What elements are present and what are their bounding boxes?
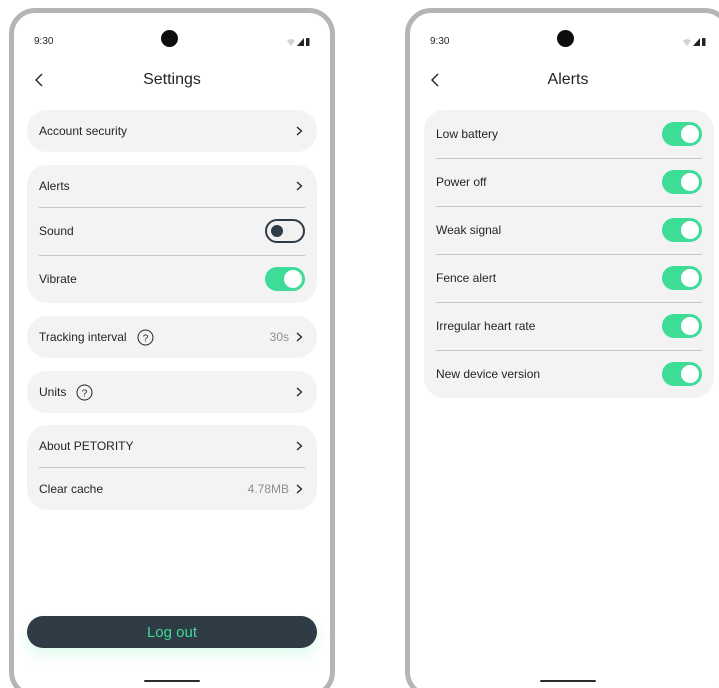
alerts-label: Alerts bbox=[39, 179, 70, 193]
tracking-interval-value: 30s bbox=[269, 330, 289, 344]
toggle-knob bbox=[681, 317, 699, 335]
toggle-knob bbox=[681, 125, 699, 143]
alert-row-irregular-heart-rate: Irregular heart rate bbox=[424, 302, 714, 350]
notifications-card: Alerts Sound Vibrate bbox=[27, 165, 317, 303]
alert-label: Weak signal bbox=[436, 223, 502, 237]
alert-label: Low battery bbox=[436, 127, 499, 141]
page-title: Alerts bbox=[547, 71, 589, 88]
status-icons bbox=[287, 38, 310, 46]
svg-text:?: ? bbox=[142, 333, 148, 344]
power-off-toggle[interactable] bbox=[662, 170, 702, 194]
units-card: Units ? bbox=[27, 371, 317, 413]
alert-row-low-battery: Low battery bbox=[424, 110, 714, 158]
battery-icon bbox=[702, 38, 706, 46]
svg-text:?: ? bbox=[82, 388, 88, 399]
front-camera bbox=[557, 30, 574, 47]
account-security-row[interactable]: Account security bbox=[27, 110, 317, 152]
sound-row: Sound bbox=[27, 207, 317, 255]
about-card: About PETORITY Clear cache 4.78MB bbox=[27, 425, 317, 510]
status-time: 9:30 bbox=[34, 36, 54, 47]
chevron-right-icon bbox=[296, 441, 303, 451]
alerts-screen: 9:30 Alerts Low battery Power off Weak s… bbox=[405, 8, 719, 688]
toggle-knob bbox=[271, 225, 283, 237]
home-indicator[interactable] bbox=[540, 680, 596, 682]
alert-label: New device version bbox=[436, 367, 541, 381]
clear-cache-row[interactable]: Clear cache 4.78MB bbox=[27, 467, 317, 510]
alert-row-weak-signal: Weak signal bbox=[424, 206, 714, 254]
weak-signal-toggle[interactable] bbox=[662, 218, 702, 242]
alerts-card: Low battery Power off Weak signal Fence … bbox=[424, 110, 714, 398]
signal-icon bbox=[297, 38, 304, 46]
chevron-right-icon bbox=[296, 484, 303, 493]
home-indicator[interactable] bbox=[144, 680, 200, 682]
toggle-knob bbox=[681, 173, 699, 191]
alert-label: Power off bbox=[436, 175, 487, 189]
chevron-right-icon bbox=[296, 181, 303, 191]
toggle-knob bbox=[284, 270, 302, 288]
chevron-right-icon bbox=[296, 387, 303, 397]
alert-label: Fence alert bbox=[436, 271, 497, 285]
help-circle-icon[interactable]: ? bbox=[137, 329, 154, 346]
alert-row-power-off: Power off bbox=[424, 158, 714, 206]
vibrate-row: Vibrate bbox=[27, 255, 317, 303]
settings-screen: 9:30 Settings Account security Alerts So… bbox=[9, 8, 335, 688]
tracking-interval-label: Tracking interval bbox=[39, 330, 127, 344]
battery-icon bbox=[306, 38, 310, 46]
tracking-interval-row[interactable]: Tracking interval ? 30s bbox=[27, 316, 317, 358]
irregular-heart-rate-toggle[interactable] bbox=[662, 314, 702, 338]
cache-size-value: 4.78MB bbox=[247, 481, 289, 496]
wifi-icon bbox=[287, 39, 295, 46]
vibrate-toggle[interactable] bbox=[265, 267, 305, 291]
alerts-row[interactable]: Alerts bbox=[27, 165, 317, 207]
alert-row-fence-alert: Fence alert bbox=[424, 254, 714, 302]
front-camera bbox=[161, 30, 178, 47]
account-card: Account security bbox=[27, 110, 317, 152]
units-label: Units bbox=[39, 385, 67, 399]
new-device-version-toggle[interactable] bbox=[662, 362, 702, 386]
tracking-card: Tracking interval ? 30s bbox=[27, 316, 317, 358]
toggle-knob bbox=[681, 365, 699, 383]
vibrate-label: Vibrate bbox=[39, 272, 77, 286]
alert-label: Irregular heart rate bbox=[436, 319, 536, 333]
chevron-right-icon bbox=[296, 332, 303, 342]
about-label: About PETORITY bbox=[39, 439, 134, 453]
status-icons bbox=[683, 38, 706, 46]
chevron-right-icon bbox=[296, 126, 303, 136]
fence-alert-toggle[interactable] bbox=[662, 266, 702, 290]
wifi-icon bbox=[683, 39, 691, 46]
alert-row-new-device-version: New device version bbox=[424, 350, 714, 398]
logout-button[interactable]: Log out bbox=[27, 616, 317, 648]
sound-label: Sound bbox=[39, 224, 74, 238]
sound-toggle[interactable] bbox=[265, 219, 305, 243]
account-security-label: Account security bbox=[39, 124, 128, 138]
about-row[interactable]: About PETORITY bbox=[27, 425, 317, 467]
units-row[interactable]: Units ? bbox=[27, 371, 317, 413]
help-circle-icon[interactable]: ? bbox=[76, 384, 93, 401]
clear-cache-label: Clear cache bbox=[39, 481, 104, 496]
toggle-knob bbox=[681, 269, 699, 287]
toggle-knob bbox=[681, 221, 699, 239]
page-title: Settings bbox=[143, 71, 201, 88]
status-time: 9:30 bbox=[430, 36, 450, 47]
signal-icon bbox=[693, 38, 700, 46]
low-battery-toggle[interactable] bbox=[662, 122, 702, 146]
